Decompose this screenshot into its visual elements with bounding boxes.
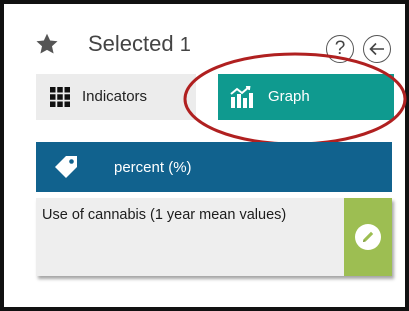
tab-indicators-label: Indicators bbox=[82, 88, 148, 105]
help-symbol: ? bbox=[334, 38, 346, 59]
selected-count: 1 bbox=[179, 34, 191, 56]
unit-bar: percent (%) bbox=[36, 142, 392, 192]
pencil-icon bbox=[363, 231, 374, 242]
grid-icon bbox=[50, 87, 70, 107]
edit-button[interactable] bbox=[344, 198, 392, 276]
help-button[interactable]: ? bbox=[326, 35, 354, 63]
tab-indicators[interactable]: Indicators bbox=[36, 74, 196, 120]
selected-title: Selected bbox=[88, 31, 174, 56]
selection-panel: Selected 1 ? Indicators Graph percent (%… bbox=[18, 18, 407, 306]
edit-circle bbox=[355, 224, 381, 250]
chart-icon bbox=[230, 86, 253, 108]
tag-icon bbox=[55, 156, 77, 178]
star-icon bbox=[36, 33, 58, 54]
arrow-left-icon bbox=[369, 42, 384, 56]
screenshot-frame: Selected 1 ? Indicators Graph percent (%… bbox=[0, 0, 409, 311]
indicator-label: Use of cannabis (1 year mean values) bbox=[42, 207, 287, 223]
indicator-card: Use of cannabis (1 year mean values) bbox=[36, 198, 392, 276]
unit-label: percent (%) bbox=[114, 158, 192, 176]
back-button[interactable] bbox=[363, 35, 391, 63]
panel-header: Selected 1 ? bbox=[18, 18, 402, 70]
tab-graph-label: Graph bbox=[268, 88, 310, 105]
selected-heading: Selected 1 bbox=[88, 31, 191, 58]
tab-graph[interactable]: Graph bbox=[218, 74, 394, 120]
